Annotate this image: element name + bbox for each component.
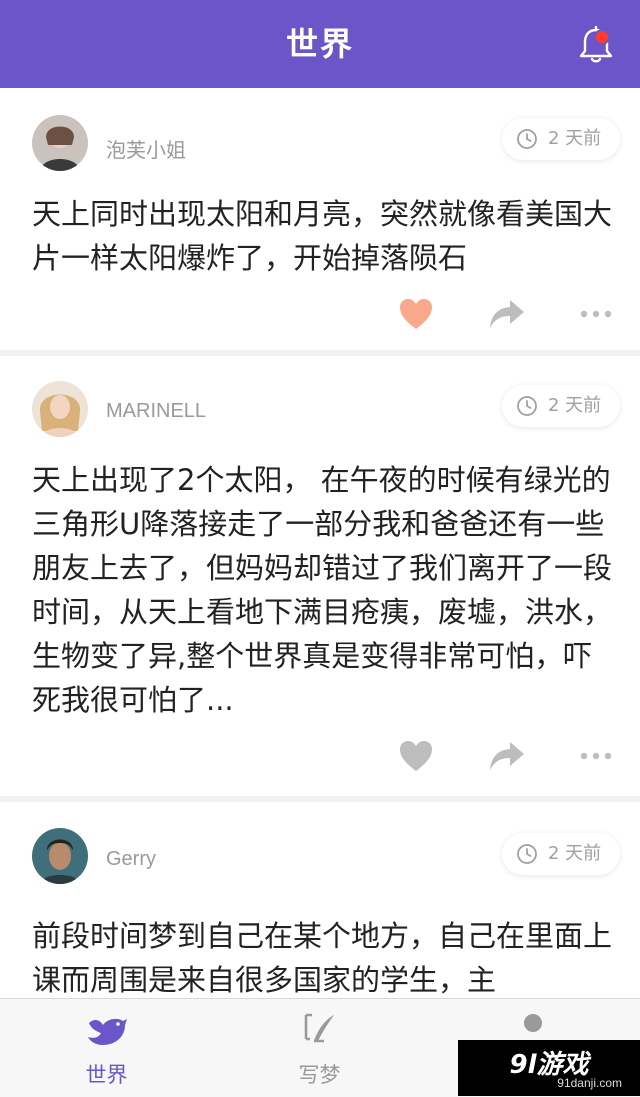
- avatar[interactable]: [32, 115, 88, 171]
- tab-world[interactable]: 世界: [0, 999, 213, 1097]
- clock-icon: [517, 844, 537, 864]
- post-text[interactable]: 天上出现了2个太阳， 在午夜的时候有绿光的三角形U降落接走了一部分我和爸爸还有一…: [32, 458, 612, 722]
- notification-dot: [594, 29, 610, 45]
- tab-write[interactable]: 写梦: [213, 999, 426, 1097]
- share-icon[interactable]: [486, 294, 526, 334]
- share-icon[interactable]: [486, 736, 526, 776]
- avatar[interactable]: [32, 381, 88, 437]
- feed[interactable]: 泡芙小姐 2 天前 天上同时出现太阳和月亮，突然就像看美国大片一样太阳爆炸了，开…: [0, 88, 640, 998]
- clock-icon: [517, 396, 537, 416]
- username[interactable]: Gerry: [106, 848, 156, 871]
- bird-icon: [87, 1018, 127, 1045]
- avatar[interactable]: [32, 828, 88, 884]
- app-header: 世界: [0, 0, 640, 88]
- watermark-url: 91danji.com: [557, 1076, 622, 1090]
- heart-icon[interactable]: [396, 294, 436, 334]
- tab-label: 世界: [85, 1063, 128, 1087]
- username[interactable]: 泡芙小姐: [106, 134, 186, 163]
- post-text[interactable]: 天上同时出现太阳和月亮，突然就像看美国大片一样太阳爆炸了，开始掉落陨石: [32, 192, 612, 280]
- username[interactable]: MARINELL: [106, 400, 206, 423]
- time-badge: 2 天前: [502, 385, 620, 427]
- post-time: 2 天前: [548, 843, 602, 864]
- time-badge: 2 天前: [502, 833, 620, 875]
- write-icon: [304, 1013, 334, 1043]
- watermark: 9l游戏 91danji.com: [458, 1040, 640, 1096]
- page-title: 世界: [285, 25, 354, 63]
- post-card[interactable]: Gerry 2 天前 前段时间梦到自己在某个地方，自己在里面上课而周围是来自很多…: [0, 802, 640, 998]
- post-text[interactable]: 前段时间梦到自己在某个地方，自己在里面上课而周围是来自很多国家的学生，主: [32, 914, 612, 998]
- tab-label: 写梦: [298, 1063, 341, 1087]
- time-badge: 2 天前: [502, 118, 620, 160]
- more-icon[interactable]: [576, 736, 616, 776]
- heart-icon[interactable]: [396, 736, 436, 776]
- post-card[interactable]: 泡芙小姐 2 天前 天上同时出现太阳和月亮，突然就像看美国大片一样太阳爆炸了，开…: [0, 88, 640, 350]
- post-time: 2 天前: [548, 395, 602, 416]
- post-time: 2 天前: [548, 128, 602, 149]
- more-icon[interactable]: [576, 294, 616, 334]
- post-card[interactable]: MARINELL 2 天前 天上出现了2个太阳， 在午夜的时候有绿光的三角形U降…: [0, 356, 640, 796]
- clock-icon: [517, 129, 537, 149]
